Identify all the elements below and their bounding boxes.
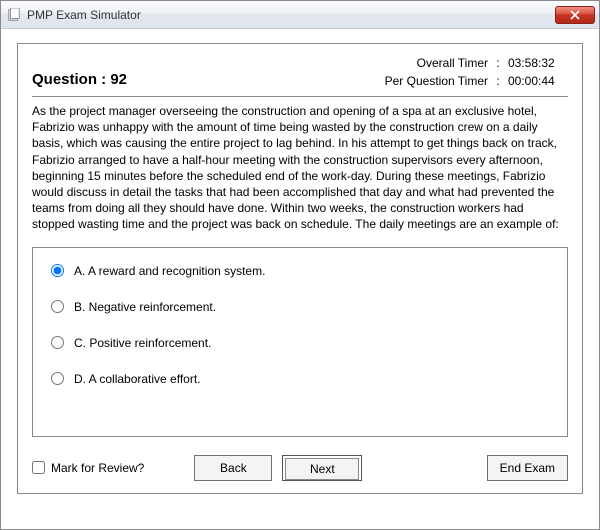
option-d-radio[interactable] xyxy=(51,372,64,385)
option-b-label: B. Negative reinforcement. xyxy=(74,300,216,314)
option-a-label: A. A reward and recognition system. xyxy=(74,264,265,278)
option-d[interactable]: D. A collaborative effort. xyxy=(51,372,549,386)
option-c-label: C. Positive reinforcement. xyxy=(74,336,211,350)
close-button[interactable] xyxy=(555,6,595,24)
option-c[interactable]: C. Positive reinforcement. xyxy=(51,336,549,350)
option-c-radio[interactable] xyxy=(51,336,64,349)
mark-for-review-label: Mark for Review? xyxy=(51,461,144,475)
options-box: A. A reward and recognition system. B. N… xyxy=(32,247,568,437)
header-row: Question : 92 Overall Timer : 03:58:32 P… xyxy=(32,54,568,90)
mark-for-review-checkbox[interactable] xyxy=(32,461,45,474)
overall-timer: Overall Timer : 03:58:32 xyxy=(358,54,568,72)
close-icon xyxy=(570,10,580,20)
app-window: PMP Exam Simulator Question : 92 Overall… xyxy=(0,0,600,530)
next-button[interactable]: Next xyxy=(285,458,359,480)
option-d-label: D. A collaborative effort. xyxy=(74,372,201,386)
timers: Overall Timer : 03:58:32 Per Question Ti… xyxy=(358,54,568,90)
divider xyxy=(32,96,568,97)
mark-for-review[interactable]: Mark for Review? xyxy=(32,461,144,475)
per-question-timer-label: Per Question Timer xyxy=(358,72,488,90)
option-b-radio[interactable] xyxy=(51,300,64,313)
footer-row: Mark for Review? Back Next End Exam xyxy=(32,455,568,481)
back-button[interactable]: Back xyxy=(194,455,272,481)
overall-timer-label: Overall Timer xyxy=(358,54,488,72)
per-question-timer: Per Question Timer : 00:00:44 xyxy=(358,72,568,90)
main-panel: Question : 92 Overall Timer : 03:58:32 P… xyxy=(17,43,583,494)
next-button-frame: Next xyxy=(282,455,362,481)
question-text: As the project manager overseeing the co… xyxy=(32,103,568,233)
per-question-timer-value: 00:00:44 xyxy=(508,72,568,90)
option-a-radio[interactable] xyxy=(51,264,64,277)
overall-timer-value: 03:58:32 xyxy=(508,54,568,72)
app-icon xyxy=(7,8,21,22)
content-area: Question : 92 Overall Timer : 03:58:32 P… xyxy=(1,29,599,506)
window-title: PMP Exam Simulator xyxy=(27,8,555,22)
titlebar: PMP Exam Simulator xyxy=(1,1,599,29)
question-number: Question : 92 xyxy=(32,71,127,90)
option-a[interactable]: A. A reward and recognition system. xyxy=(51,264,549,278)
end-exam-button[interactable]: End Exam xyxy=(487,455,568,481)
option-b[interactable]: B. Negative reinforcement. xyxy=(51,300,549,314)
